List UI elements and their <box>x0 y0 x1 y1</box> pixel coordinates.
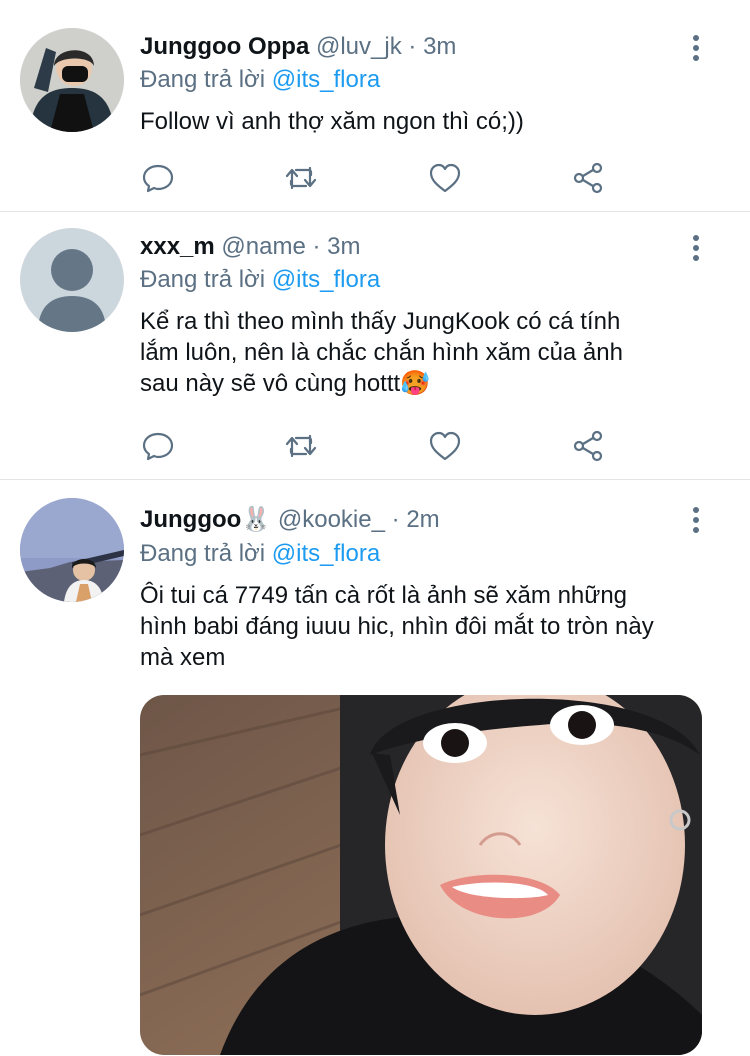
display-name[interactable]: xxx_m <box>140 233 215 260</box>
tweet-text: Kể ra thì theo mình thấy JungKook có cá … <box>140 306 720 399</box>
display-name[interactable]: Junggoo🐰 <box>140 506 271 533</box>
tweet-header: Junggoo🐰 @kookie_ · 2m <box>140 505 440 535</box>
tweet-header: xxx_m @name · 3m <box>140 232 361 262</box>
replying-to-label: Đang trả lời <box>140 540 266 567</box>
mention-link[interactable]: @its_flora <box>272 66 380 93</box>
display-name[interactable]: Junggoo Oppa <box>140 33 309 60</box>
tweet-text: Follow vì anh thợ xăm ngon thì có;)) <box>140 106 720 137</box>
replying-to-label: Đang trả lời <box>140 266 266 293</box>
replying-to-label: Đang trả lời <box>140 66 266 93</box>
tweet-actions <box>140 428 620 464</box>
reply-icon[interactable] <box>140 160 176 196</box>
tweet-text-line: mà xem <box>140 644 226 671</box>
more-options-icon[interactable] <box>686 32 706 62</box>
more-options-icon[interactable] <box>686 504 706 534</box>
tweet-2[interactable]: xxx_m @name · 3m Đang trả lời @its_flora… <box>0 212 750 480</box>
retweet-icon[interactable] <box>283 160 319 196</box>
more-options-icon[interactable] <box>686 232 706 262</box>
tweet-text: Ôi tui cá 7749 tấn cà rốt là ảnh sẽ xăm … <box>140 580 720 673</box>
tweet-actions <box>140 160 620 196</box>
avatar[interactable] <box>20 28 124 132</box>
separator-dot: · <box>408 33 417 60</box>
reply-icon[interactable] <box>140 428 176 464</box>
tweet-text-line: Follow vì anh thợ xăm ngon thì có;)) <box>140 108 524 135</box>
separator-dot: · <box>391 506 400 533</box>
user-handle[interactable]: @kookie_ <box>278 506 385 533</box>
like-icon[interactable] <box>427 428 463 464</box>
user-handle[interactable]: @luv_jk <box>316 33 402 60</box>
tweet-text-line: hình babi đáng iuuu hic, nhìn đôi mắt to… <box>140 613 654 640</box>
replying-to: Đang trả lời @its_flora <box>140 539 380 569</box>
timestamp[interactable]: 2m <box>406 506 439 533</box>
user-handle[interactable]: @name <box>221 233 305 260</box>
tweet-text-line: lắm luôn, nên là chắc chắn hình xăm của … <box>140 339 623 366</box>
share-icon[interactable] <box>571 428 607 464</box>
mention-link[interactable]: @its_flora <box>272 266 380 293</box>
avatar[interactable] <box>20 228 124 332</box>
replying-to: Đang trả lời @its_flora <box>140 65 380 95</box>
timestamp[interactable]: 3m <box>423 33 456 60</box>
retweet-icon[interactable] <box>283 428 319 464</box>
mention-link[interactable]: @its_flora <box>272 540 380 567</box>
share-icon[interactable] <box>571 160 607 196</box>
timestamp[interactable]: 3m <box>327 233 360 260</box>
tweet-text-line: Kể ra thì theo mình thấy JungKook có cá … <box>140 308 621 335</box>
tweet-text-line: sau này sẽ vô cùng hottt🥵 <box>140 370 431 397</box>
like-icon[interactable] <box>427 160 463 196</box>
tweet-1[interactable]: Junggoo Oppa @luv_jk · 3m Đang trả lời @… <box>0 0 750 212</box>
avatar[interactable] <box>20 498 124 602</box>
tweet-text-line: Ôi tui cá 7749 tấn cà rốt là ảnh sẽ xăm … <box>140 582 628 609</box>
separator-dot: · <box>312 233 321 260</box>
tweet-header: Junggoo Oppa @luv_jk · 3m <box>140 32 456 62</box>
replying-to: Đang trả lời @its_flora <box>140 265 380 295</box>
tweet-media-photo[interactable] <box>140 695 702 1055</box>
